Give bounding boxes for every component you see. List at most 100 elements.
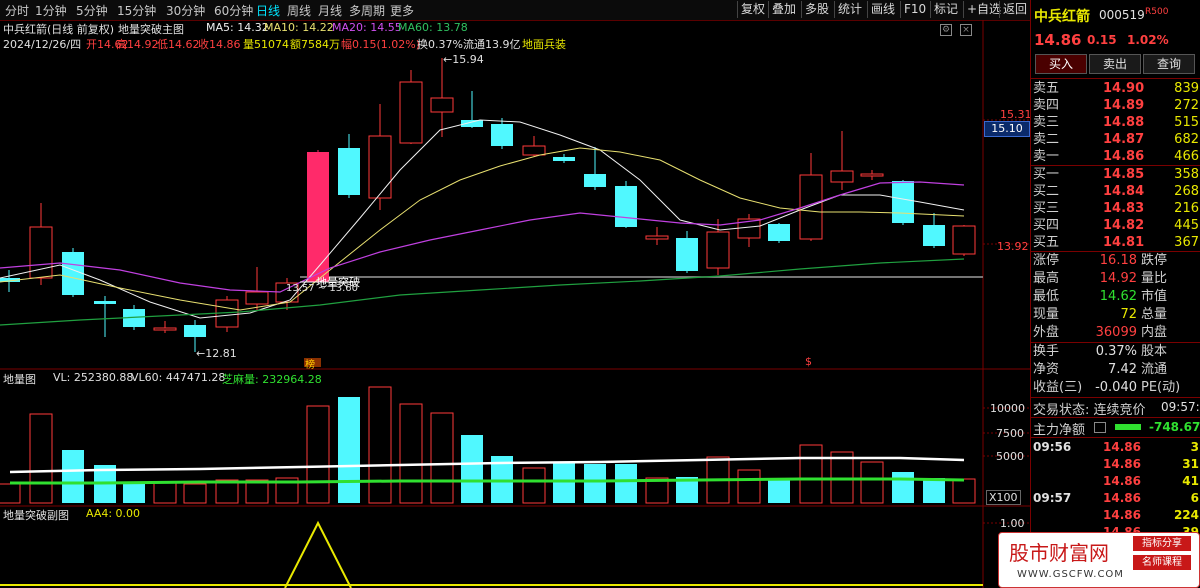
chart-title: 中兵红箭(日线 前复权) <box>3 23 115 36</box>
sector-label[interactable]: 地面兵装 <box>522 36 566 52</box>
period-5min[interactable]: 5分钟 <box>76 2 108 19</box>
main-flow-value: -748.67 <box>1149 420 1200 434</box>
bid-row-2[interactable]: 买二 14.84 268 <box>1031 183 1200 200</box>
ask-row-2[interactable]: 卖二 14.87 682 <box>1031 131 1200 148</box>
volume-bar <box>183 483 207 504</box>
period-more[interactable]: 更多 <box>390 2 414 19</box>
period-daily[interactable]: 日线 <box>256 2 280 19</box>
candle-body <box>952 225 976 255</box>
high-label: 高14.92 <box>116 38 159 51</box>
volume-bar <box>768 480 790 503</box>
tick-row: 09:56 14.86 3 <box>1033 440 1199 454</box>
stat-row-curvol: 现量 72 总量 <box>1033 307 1168 322</box>
ask-row-1[interactable]: 卖一 14.86 466 <box>1031 148 1200 165</box>
bid-row-5[interactable]: 买五 14.81 367 <box>1031 234 1200 251</box>
volume-bar <box>461 435 483 503</box>
stat-row-turnover: 换手 0.37% 股本 <box>1033 344 1168 359</box>
low-label: 低14.62 <box>157 38 200 51</box>
candle-body <box>923 225 945 246</box>
buy-button[interactable]: 买入 <box>1035 54 1087 74</box>
candle-body <box>368 135 392 199</box>
volume-bar <box>799 444 823 504</box>
tool-draw-button[interactable]: 画线 <box>867 1 898 18</box>
vl-label: VL: 252380.88 <box>53 371 134 384</box>
volume-label: 量51074 <box>243 38 289 51</box>
sub-panel-title[interactable]: 地量突破副图 <box>3 507 69 523</box>
period-60min[interactable]: 60分钟 <box>214 2 253 19</box>
watermark-url: WWW.GSCFW.COM <box>1017 569 1124 580</box>
candle-body <box>860 173 884 177</box>
period-fenshi[interactable]: 分时 <box>5 2 29 19</box>
period-30min[interactable]: 30分钟 <box>166 2 205 19</box>
candle-body <box>768 224 790 241</box>
candle-body <box>307 152 329 282</box>
close-icon[interactable]: × <box>960 24 972 36</box>
volume-bar <box>553 463 575 503</box>
period-weekly[interactable]: 周线 <box>287 2 311 19</box>
tool-mark-button[interactable]: 标记 <box>930 1 961 18</box>
candle-body <box>830 170 854 183</box>
kline-chart-svg <box>0 20 1030 588</box>
period-1min[interactable]: 1分钟 <box>35 2 67 19</box>
period-toolbar: 分时 1分钟 5分钟 15分钟 30分钟 60分钟 日线 周线 月线 多周期 更… <box>0 0 1030 21</box>
period-15min[interactable]: 15分钟 <box>117 2 156 19</box>
ask-row-4[interactable]: 卖四 14.89 272 <box>1031 97 1200 114</box>
volume-bar <box>123 483 145 503</box>
query-button[interactable]: 查询 <box>1143 54 1195 74</box>
aa4-spike-line <box>284 520 352 588</box>
bid-row-4[interactable]: 买四 14.82 445 <box>1031 217 1200 234</box>
stat-row-low: 最低 14.62 市值 <box>1033 289 1168 304</box>
volume-bar <box>62 450 84 503</box>
ask-row-5[interactable]: 卖五 14.90 839 <box>1031 80 1200 97</box>
bid-row-3[interactable]: 买三 14.83 216 <box>1031 200 1200 217</box>
breakout-range-label: 13.57 ~ 13.60 <box>286 283 358 294</box>
dollar-marker: $ <box>805 355 812 368</box>
volume-bar <box>737 469 761 504</box>
volume-panel-title[interactable]: 地量图 <box>3 371 36 387</box>
volume-bar <box>0 483 21 504</box>
volume-axis-label: 7500 <box>996 427 1024 440</box>
tick-row: 14.86 31 <box>1103 457 1199 471</box>
sub-axis-label: 1.00 <box>1000 517 1025 530</box>
tool-f10-button[interactable]: F10 <box>900 1 929 18</box>
volume-bars <box>0 386 976 504</box>
tool-watchlist-button[interactable]: +自选 <box>963 1 1004 18</box>
tool-overlay-button[interactable]: 叠加 <box>768 1 799 18</box>
tool-multistock-button[interactable]: 多股 <box>801 1 832 18</box>
volume-bar <box>860 461 884 504</box>
sell-button[interactable]: 卖出 <box>1089 54 1141 74</box>
price-axis-label: 13.92 <box>997 240 1029 253</box>
watermark-title: 股市财富网 <box>1009 541 1109 565</box>
volume-bar <box>368 386 392 504</box>
candle-body <box>338 148 360 195</box>
stat-row-outer: 外盘 36099 内盘 <box>1033 325 1168 340</box>
trade-time: 09:57:3 <box>1161 400 1200 414</box>
aa4-label: AA4: 0.00 <box>86 507 141 520</box>
candle-body <box>184 325 206 337</box>
float-label: 流通13.9亿 <box>463 38 521 51</box>
tool-back-button[interactable]: 返回 <box>999 1 1030 18</box>
tool-fuquan-button[interactable]: 复权 <box>737 1 768 18</box>
stock-tag: R500 <box>1145 7 1169 17</box>
volume-axis-label: 5000 <box>996 450 1024 463</box>
ask-row-3[interactable]: 卖三 14.88 515 <box>1031 114 1200 131</box>
candle-body <box>62 252 84 295</box>
close-label: 收14.86 <box>198 38 241 51</box>
period-multi[interactable]: 多周期 <box>349 2 385 19</box>
candle-body <box>553 157 575 161</box>
settings-icon[interactable]: ⚙ <box>940 24 952 36</box>
flow-detail-icon[interactable] <box>1094 422 1106 433</box>
candle-body <box>584 174 606 187</box>
watermark-tag: 指标分享 <box>1133 536 1191 551</box>
trade-status: 交易状态: 连续竞价 <box>1033 403 1146 418</box>
stat-row-eps: 收益(三) -0.040 PE(动) <box>1033 380 1181 395</box>
tool-stats-button[interactable]: 统计 <box>834 1 865 18</box>
kline-chart-area[interactable]: 中兵红箭(日线 前复权) 地量突破主图 MA5: 14.32 MA10: 14.… <box>0 20 1032 588</box>
stock-code: 000519 <box>1099 8 1145 22</box>
volume-bar <box>892 472 914 503</box>
chart-indicator-name[interactable]: 地量突破主图 <box>118 21 184 37</box>
period-monthly[interactable]: 月线 <box>318 2 342 19</box>
bid-row-1[interactable]: 买一 14.85 358 <box>1031 166 1200 183</box>
bang-marker: 榜 <box>305 360 315 371</box>
price-change: 0.15 <box>1087 33 1117 47</box>
